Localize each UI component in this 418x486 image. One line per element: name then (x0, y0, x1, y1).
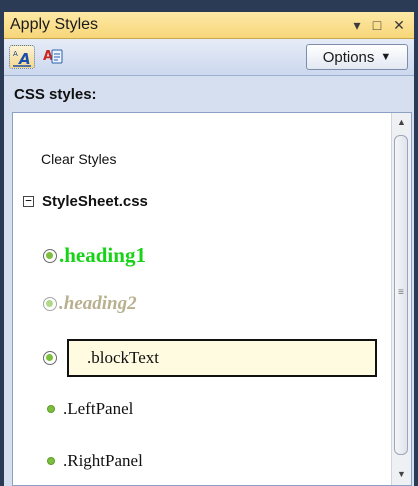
vertical-scrollbar[interactable]: ▲ ≡ ▼ (391, 113, 411, 485)
style-name: .heading2 (59, 293, 137, 314)
maximize-icon[interactable]: □ (368, 16, 386, 34)
style-dot-icon (47, 405, 55, 413)
apply-styles-panel: Apply Styles ▾ □ ✕ A A A Options ▼ CSS s… (4, 12, 414, 486)
chevron-down-icon: ▼ (380, 51, 392, 63)
style-name: .RightPanel (63, 451, 143, 470)
css-styles-heading: CSS styles: (14, 86, 97, 103)
style-name: .LeftPanel (63, 399, 134, 418)
style-item-heading1[interactable]: .heading1 (43, 243, 146, 268)
scroll-down-arrow-icon[interactable]: ▼ (392, 465, 411, 483)
collapse-toggle-icon[interactable]: − (23, 195, 34, 207)
options-button[interactable]: Options ▼ (306, 44, 408, 70)
panel-title: Apply Styles (10, 16, 99, 33)
panel-title-bar[interactable]: Apply Styles ▾ □ ✕ (4, 12, 414, 39)
selected-style-box[interactable]: .blockText (67, 339, 377, 377)
window-position-dropdown-icon[interactable]: ▾ (348, 16, 366, 34)
style-name: .blockText (87, 348, 159, 367)
style-used-marker-icon (43, 351, 57, 365)
panel-toolbar: A A A Options ▼ (4, 39, 414, 76)
style-dot-icon (47, 457, 55, 465)
stylesheet-group[interactable]: − StyleSheet.css (23, 193, 148, 210)
css-styles-list[interactable]: Clear Styles − StyleSheet.css .heading1 … (12, 112, 412, 486)
grip-icon: ≡ (398, 287, 404, 298)
options-label: Options (322, 48, 375, 66)
style-used-marker-icon (43, 248, 57, 263)
new-style-icon[interactable]: A A (9, 45, 35, 69)
style-name: .heading1 (59, 243, 146, 267)
style-used-marker-icon (43, 297, 57, 311)
css-styles-header: CSS styles: (4, 76, 414, 112)
svg-text:A: A (13, 50, 18, 58)
stylesheet-name: StyleSheet.css (42, 193, 148, 210)
close-icon[interactable]: ✕ (390, 16, 408, 34)
attach-style-sheet-icon[interactable]: A (42, 45, 66, 67)
style-item-heading2[interactable]: .heading2 (43, 293, 137, 315)
style-item-blocktext[interactable]: .blockText (43, 339, 377, 377)
scroll-up-arrow-icon[interactable]: ▲ (392, 113, 411, 131)
style-item-rightpanel[interactable]: .RightPanel (47, 451, 143, 471)
clear-styles-item[interactable]: Clear Styles (41, 151, 116, 167)
scrollbar-thumb[interactable]: ≡ (394, 135, 408, 455)
style-item-leftpanel[interactable]: .LeftPanel (47, 399, 133, 419)
